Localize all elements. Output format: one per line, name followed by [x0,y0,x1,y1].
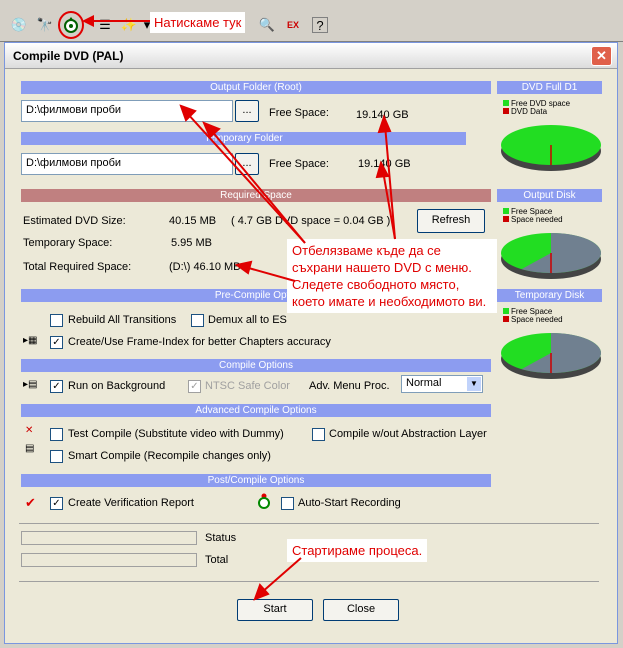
binoculars-icon[interactable]: 🔭 [34,14,56,36]
main-toolbar: 💿 🔭 ☰ ✨ ▾ 🔍 EX ? Натискаме тук [0,0,623,42]
pro-ex-icon[interactable]: EX [282,14,304,36]
annotation-arrows [179,104,396,601]
cd-icon[interactable]: 💿 [8,14,30,36]
search-icon[interactable]: 🔍 [256,14,278,36]
toolbar-arrow [82,15,150,27]
compile-dvd-dialog: Compile DVD (PAL) ✕ Output Folder (Root)… [4,42,618,644]
toolbar-annotation: Натискаме тук [150,12,246,33]
help-icon[interactable]: ? [312,17,328,33]
